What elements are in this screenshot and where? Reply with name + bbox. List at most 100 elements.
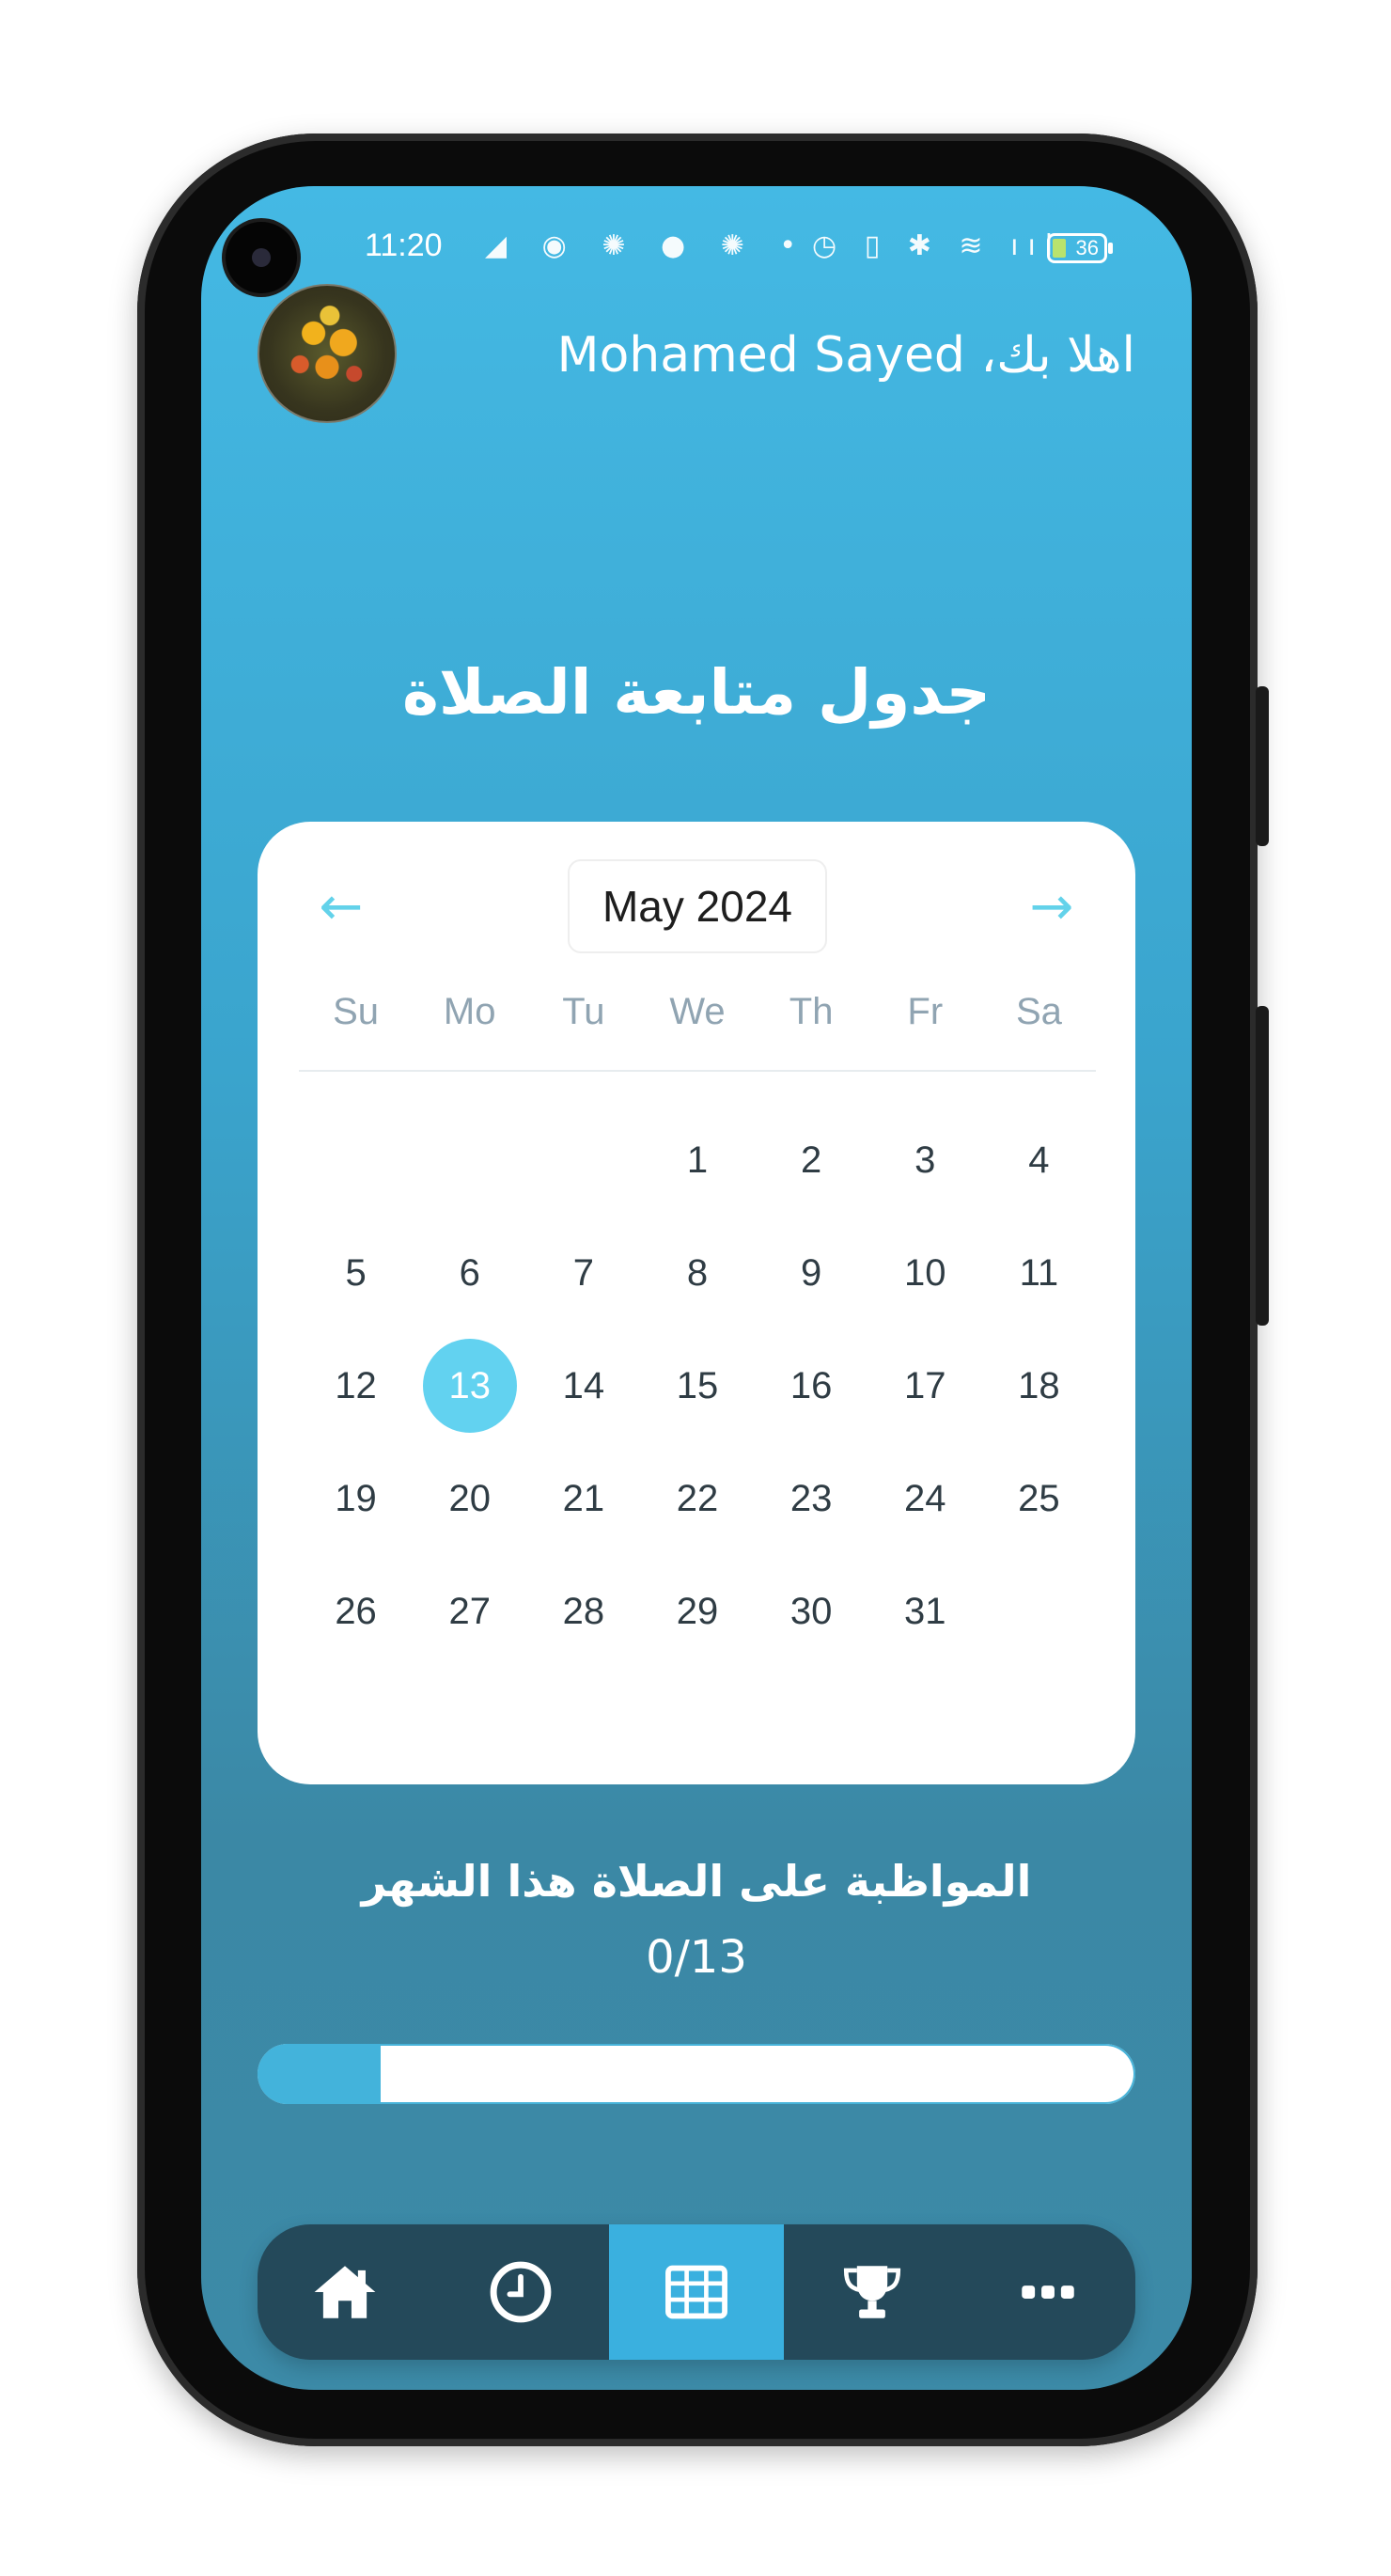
day-number: 21 [562, 1477, 605, 1519]
day-cell[interactable]: 24 [868, 1442, 982, 1555]
nav-clock[interactable] [433, 2224, 609, 2360]
day-number: 1 [686, 1139, 709, 1181]
day-number: 2 [801, 1139, 822, 1181]
empty-day-cell [982, 1555, 1096, 1668]
weekday-label: Su [333, 991, 380, 1032]
app-screen: 11:20 ◢ ◉ ✺ ● ✺ • ◷ ▯ ✱ ≋ ııl 36 اهلا بك… [201, 186, 1192, 2390]
weekday-label: Tu [562, 991, 605, 1032]
weekday-header: Su Mo Tu We Th Fr Sa [299, 991, 1096, 1047]
day-number: 12 [335, 1364, 377, 1406]
nav-more[interactable] [960, 2224, 1135, 2360]
empty-day-cell [299, 1104, 413, 1217]
day-number: 29 [676, 1590, 719, 1632]
calendar-card: ← May 2024 → Su Mo Tu We Th Fr Sa 123456… [258, 822, 1135, 1784]
day-number: 24 [904, 1477, 946, 1519]
status-time: 11:20 [365, 228, 443, 263]
day-cell[interactable]: 11 [982, 1217, 1096, 1329]
weekday-label: Fr [907, 991, 944, 1032]
power-button [1256, 1006, 1269, 1326]
day-cell[interactable]: 22 [640, 1442, 754, 1555]
day-cell[interactable]: 14 [526, 1329, 640, 1442]
day-number: 8 [686, 1251, 709, 1294]
day-number: 3 [914, 1139, 936, 1181]
month-year-button[interactable]: May 2024 [568, 859, 827, 953]
day-number: 16 [789, 1364, 833, 1406]
day-cell[interactable]: 29 [640, 1555, 754, 1668]
days-grid: 1 2 3 4 5 6 7 8 9 10 11 12 13 14 15 16 17 18 19 20 21 22 23 24 2… [299, 1104, 1096, 1668]
nav-table[interactable] [608, 2224, 785, 2360]
day-number: 26 [335, 1590, 377, 1632]
day-cell[interactable]: 31 [868, 1555, 982, 1668]
day-cell[interactable]: 4 [982, 1104, 1096, 1217]
system-icons: ◷ ▯ ✱ ≋ ııl [812, 229, 1063, 262]
day-number: 25 [1018, 1477, 1060, 1519]
nav-trophy[interactable] [784, 2224, 960, 2360]
consistency-count: 0/13 [646, 1931, 747, 1984]
progress-bar [258, 2044, 1135, 2104]
trophy-icon [843, 2266, 900, 2318]
day-number: 13 [422, 1339, 517, 1433]
day-number: 23 [789, 1477, 833, 1519]
day-number: 20 [448, 1477, 491, 1519]
day-cell[interactable]: 20 [413, 1442, 526, 1555]
progress-fill [258, 2044, 381, 2104]
consistency-label: المواظبة على الصلاة هذا الشهر [361, 1856, 1032, 1907]
day-cell[interactable]: 6 [413, 1217, 526, 1329]
status-bar: 11:20 ◢ ◉ ✺ ● ✺ • ◷ ▯ ✱ ≋ ııl 36 [201, 222, 1192, 278]
weekday-label: We [669, 991, 726, 1032]
weekday-label: Sa [1015, 991, 1062, 1032]
day-cell[interactable]: 16 [755, 1329, 868, 1442]
day-cell[interactable]: 12 [299, 1329, 413, 1442]
day-cell[interactable]: 19 [299, 1442, 413, 1555]
day-number: 11 [1019, 1251, 1059, 1294]
selected-day-cell[interactable]: 13 [413, 1329, 526, 1442]
day-number: 10 [904, 1251, 946, 1294]
next-month-arrow-icon[interactable]: → [1019, 874, 1085, 940]
day-number: 7 [572, 1251, 594, 1294]
empty-day-cell [413, 1104, 526, 1217]
day-number: 19 [335, 1477, 377, 1519]
day-cell[interactable]: 9 [755, 1217, 868, 1329]
day-cell[interactable]: 30 [755, 1555, 868, 1668]
day-cell[interactable]: 2 [755, 1104, 868, 1217]
day-cell[interactable]: 3 [868, 1104, 982, 1217]
battery-icon: 36 [1047, 233, 1113, 263]
greeting-text: اهلا بك، Mohamed Sayed [556, 327, 1135, 384]
volume-button [1256, 686, 1269, 846]
day-number: 17 [904, 1364, 946, 1406]
day-number: 27 [448, 1590, 491, 1632]
day-cell[interactable]: 10 [868, 1217, 982, 1329]
weekday-label: Mo [443, 991, 496, 1032]
day-cell[interactable]: 5 [299, 1217, 413, 1329]
avatar[interactable] [258, 284, 397, 423]
day-cell[interactable]: 17 [868, 1329, 982, 1442]
home-icon [315, 2266, 376, 2318]
day-cell[interactable]: 7 [526, 1217, 640, 1329]
day-cell[interactable]: 28 [526, 1555, 640, 1668]
front-camera [226, 222, 297, 293]
table-icon [665, 2265, 727, 2319]
nav-home[interactable] [258, 2224, 433, 2360]
day-cell[interactable]: 26 [299, 1555, 413, 1668]
day-number: 5 [345, 1251, 367, 1294]
weekday-label: Th [789, 991, 834, 1032]
day-number: 4 [1028, 1139, 1050, 1181]
day-cell[interactable]: 25 [982, 1442, 1096, 1555]
day-cell[interactable]: 1 [640, 1104, 754, 1217]
day-number: 6 [459, 1251, 480, 1294]
day-cell[interactable]: 8 [640, 1217, 754, 1329]
day-number: 30 [789, 1590, 833, 1632]
more-icon [1021, 2285, 1074, 2299]
day-cell[interactable]: 21 [526, 1442, 640, 1555]
day-cell[interactable]: 18 [982, 1329, 1096, 1442]
day-number: 22 [676, 1477, 719, 1519]
day-cell[interactable]: 15 [640, 1329, 754, 1442]
prev-month-arrow-icon[interactable]: ← [308, 874, 374, 940]
day-cell[interactable]: 23 [755, 1442, 868, 1555]
day-cell[interactable]: 27 [413, 1555, 526, 1668]
notification-icons: ◢ ◉ ✺ ● ✺ • [485, 229, 810, 262]
day-number: 15 [676, 1364, 719, 1406]
bottom-nav [258, 2224, 1135, 2360]
divider [299, 1070, 1096, 1072]
day-number: 18 [1018, 1364, 1060, 1406]
